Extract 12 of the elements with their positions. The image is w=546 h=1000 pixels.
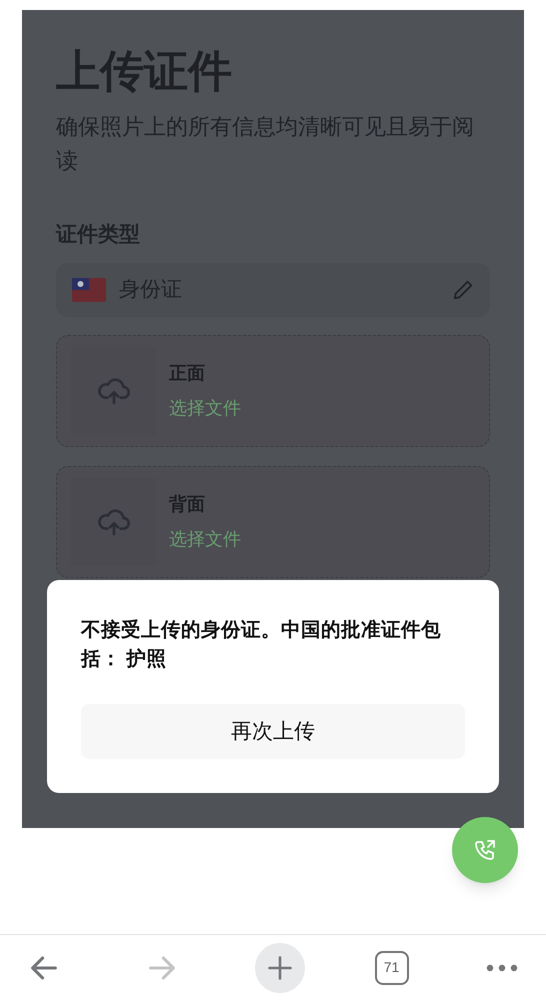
plus-icon	[266, 954, 294, 982]
retry-upload-button[interactable]: 再次上传	[81, 704, 465, 759]
choose-file-link[interactable]: 选择文件	[169, 526, 241, 553]
flag-icon	[72, 278, 106, 302]
tab-count-button[interactable]: 71	[374, 950, 408, 984]
phone-icon	[473, 838, 497, 862]
cloud-upload-icon	[98, 507, 130, 537]
new-tab-button[interactable]	[255, 942, 305, 992]
more-icon	[486, 964, 518, 972]
dialog-message: 不接受上传的身份证。中国的批准证件包括： 护照	[81, 618, 442, 672]
choose-file-link[interactable]: 选择文件	[169, 395, 241, 422]
cloud-upload-icon	[98, 376, 130, 406]
